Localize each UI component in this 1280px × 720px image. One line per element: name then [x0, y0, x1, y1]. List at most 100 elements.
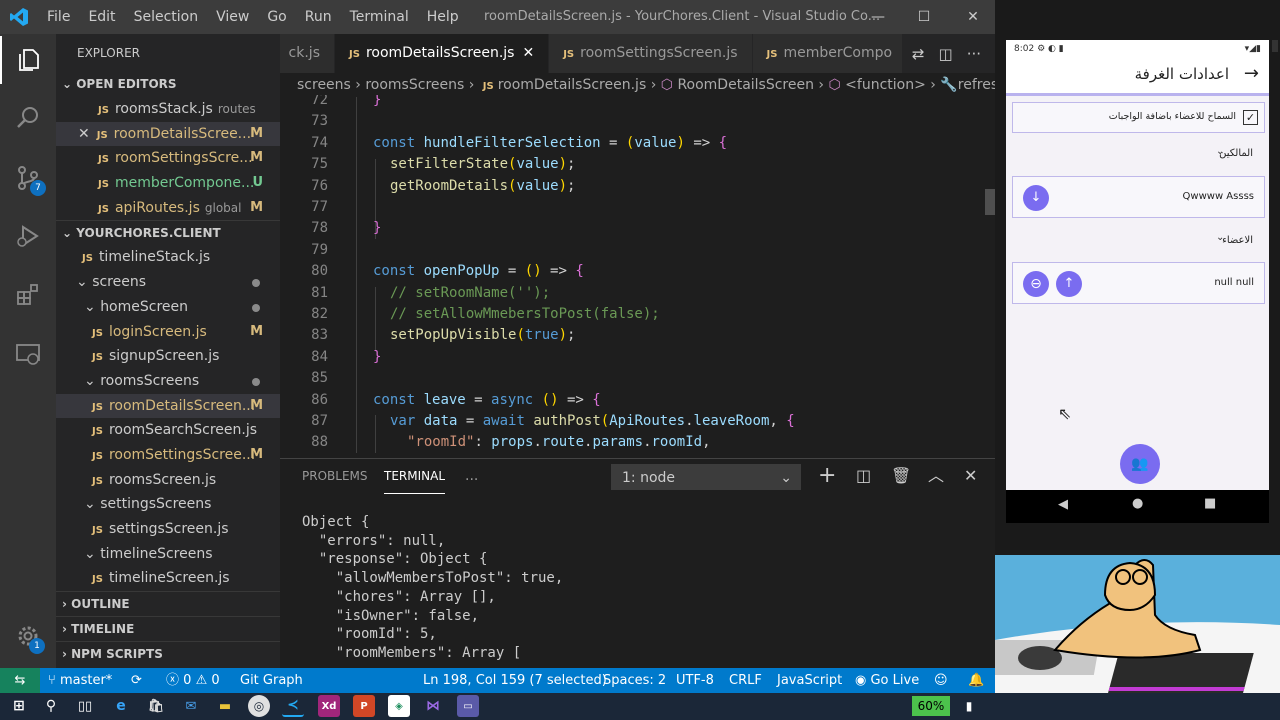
panel-more-icon[interactable]: ...: [465, 459, 478, 493]
battery-indicator[interactable]: 60%: [912, 696, 950, 716]
taskbar-search-icon[interactable]: ⚲: [40, 695, 62, 717]
maximize-icon[interactable]: ☐: [901, 0, 947, 34]
timeline-section[interactable]: › TIMELINE: [56, 616, 280, 641]
open-editor-item[interactable]: JS apiRoutes.js global M: [56, 196, 280, 221]
tree-folder[interactable]: ⌄ settingsScreens: [56, 492, 280, 517]
tree-item[interactable]: JS loginScreen.js M: [56, 320, 280, 345]
close-tab-icon[interactable]: ✕: [522, 45, 534, 61]
menu-help[interactable]: Help: [418, 0, 468, 34]
battery-icon[interactable]: ▮: [958, 695, 980, 717]
breadcrumb-item[interactable]: RoomDetailsScreen: [677, 77, 814, 93]
chevron-down-icon[interactable]: ⌄: [1216, 232, 1224, 243]
more-actions-icon[interactable]: ···: [967, 45, 981, 63]
chevron-down-icon[interactable]: ⌄: [1216, 146, 1224, 157]
tree-folder[interactable]: ⌄ timelineScreens: [56, 542, 280, 567]
tree-item-selected[interactable]: JS roomDetailsScreen... M: [56, 393, 280, 419]
project-section[interactable]: ⌄ YOURCHORES.CLIENT: [56, 220, 280, 245]
breadcrumb-item[interactable]: roomsScreens: [365, 77, 464, 93]
tree-item[interactable]: JS signupScreen.js: [56, 344, 280, 369]
tree-folder[interactable]: ⌄ screens: [56, 270, 280, 295]
members-header[interactable]: الاعضاء: [1222, 235, 1253, 246]
emulator-icon[interactable]: ▭: [457, 695, 479, 717]
file-explorer-icon[interactable]: ▬: [214, 695, 236, 717]
end-of-line[interactable]: CRLF: [729, 668, 762, 693]
allow-members-card[interactable]: السماح للاعضاء باضافة الواجبات ✓: [1012, 102, 1265, 133]
split-terminal-icon[interactable]: ◫: [856, 459, 871, 493]
menu-view[interactable]: View: [207, 0, 258, 34]
vscode-taskbar-icon[interactable]: ≺: [282, 695, 304, 717]
search-icon[interactable]: [0, 94, 56, 142]
breadcrumb-item[interactable]: refresh: [958, 77, 995, 93]
editor-scrollbar-thumb[interactable]: [985, 189, 995, 215]
remove-member-icon[interactable]: ⊖: [1023, 271, 1049, 297]
emulator-side-button[interactable]: [1272, 40, 1278, 52]
promote-arrow-up-icon[interactable]: ↑: [1056, 271, 1082, 297]
open-editor-item[interactable]: JS roomsStack.js routes: [56, 97, 280, 122]
close-editor-icon[interactable]: ✕: [78, 126, 90, 142]
outline-section[interactable]: › OUTLINE: [56, 591, 280, 616]
visual-studio-icon[interactable]: ⋈: [422, 695, 444, 717]
problems-status[interactable]: ⓧ 0 ⚠ 0: [166, 668, 220, 693]
open-editors-section[interactable]: ⌄ OPEN EDITORS: [56, 72, 280, 97]
members-fab-icon[interactable]: 👥: [1120, 444, 1160, 484]
branch-status[interactable]: ⑂ master*: [48, 668, 112, 693]
breadcrumb-item[interactable]: <function>: [845, 77, 926, 93]
nav-recents-icon[interactable]: ■: [1204, 496, 1216, 511]
tree-folder[interactable]: ⌄ roomsScreens: [56, 369, 280, 394]
menu-terminal[interactable]: Terminal: [341, 0, 418, 34]
minimize-icon[interactable]: —: [855, 0, 901, 34]
tab-room-details[interactable]: JS roomDetailsScreen.js ✕: [335, 34, 550, 73]
encoding[interactable]: UTF-8: [676, 668, 714, 693]
split-editor-icon[interactable]: ◫: [939, 45, 953, 63]
tree-item[interactable]: JS roomsScreen.js: [56, 468, 280, 493]
menu-go[interactable]: Go: [258, 0, 295, 34]
notifications-bell-icon[interactable]: 🔔: [968, 668, 984, 693]
open-editor-item[interactable]: ✕ JS roomDetailsScree... M: [56, 121, 280, 147]
back-arrow-icon[interactable]: →: [1244, 63, 1259, 84]
compare-changes-icon[interactable]: ⇄: [912, 45, 925, 63]
vscode-logo-icon[interactable]: [0, 0, 38, 34]
breadcrumb-item[interactable]: roomDetailsScreen.js: [498, 77, 647, 93]
store-icon[interactable]: 🛍: [145, 695, 167, 717]
indentation[interactable]: Spaces: 2: [603, 668, 666, 693]
tree-item[interactable]: JS roomSettingsScree... M: [56, 443, 280, 468]
tab-problems[interactable]: PROBLEMS: [302, 459, 368, 493]
settings-gear-icon[interactable]: 1: [0, 612, 56, 660]
allow-members-checkbox[interactable]: ✓: [1243, 110, 1258, 125]
menu-edit[interactable]: Edit: [79, 0, 124, 34]
terminal-output[interactable]: Object { "errors": null, "response": Obj…: [280, 494, 995, 668]
open-editor-item[interactable]: JS roomSettingsScre... M: [56, 146, 280, 171]
menu-file[interactable]: File: [38, 0, 79, 34]
tab-room-settings[interactable]: JS roomSettingsScreen.js: [549, 34, 753, 73]
chrome-icon[interactable]: ◎: [248, 695, 270, 717]
mail-icon[interactable]: ✉: [180, 695, 202, 717]
tab-rooms-stack[interactable]: ck.js: [280, 34, 335, 73]
close-window-icon[interactable]: ✕: [950, 0, 996, 34]
tree-item[interactable]: JS timelineStack.js: [56, 245, 280, 270]
xd-icon[interactable]: Xd: [318, 695, 340, 717]
breadcrumb-item[interactable]: screens: [297, 77, 351, 93]
app-icon[interactable]: ◈: [388, 695, 410, 717]
close-panel-icon[interactable]: ✕: [964, 459, 977, 493]
language-mode[interactable]: JavaScript: [777, 668, 842, 693]
powerpoint-icon[interactable]: P: [353, 695, 375, 717]
menu-selection[interactable]: Selection: [125, 0, 208, 34]
tree-item[interactable]: JS timelineScreen.js: [56, 566, 280, 591]
source-control-icon[interactable]: 7: [0, 154, 56, 202]
windows-start-icon[interactable]: ⊞: [8, 695, 30, 717]
edge-browser-icon[interactable]: e: [110, 695, 132, 717]
remote-explorer-icon[interactable]: [0, 330, 56, 378]
task-view-icon[interactable]: ▯▯: [74, 695, 96, 717]
nav-home-icon[interactable]: ●: [1132, 496, 1143, 511]
maximize-panel-icon[interactable]: ︿: [928, 459, 944, 493]
remote-icon[interactable]: ⇆: [0, 668, 40, 693]
new-terminal-icon[interactable]: +: [818, 459, 836, 493]
git-graph-button[interactable]: Git Graph: [240, 668, 303, 693]
cursor-position[interactable]: Ln 198, Col 159 (7 selected): [423, 668, 607, 693]
feedback-icon[interactable]: ☺: [934, 668, 948, 693]
tree-item[interactable]: JS roomSearchScreen.js: [56, 418, 280, 443]
trash-icon[interactable]: 🗑: [891, 459, 911, 493]
open-editor-item[interactable]: JS memberCompone... U: [56, 171, 280, 196]
code-editor[interactable]: 72 73 74 75 76 77 78 79 80 81 82 83 84 85 86 87 88 } cons…: [280, 95, 995, 453]
tree-folder[interactable]: ⌄ homeScreen: [56, 295, 280, 320]
